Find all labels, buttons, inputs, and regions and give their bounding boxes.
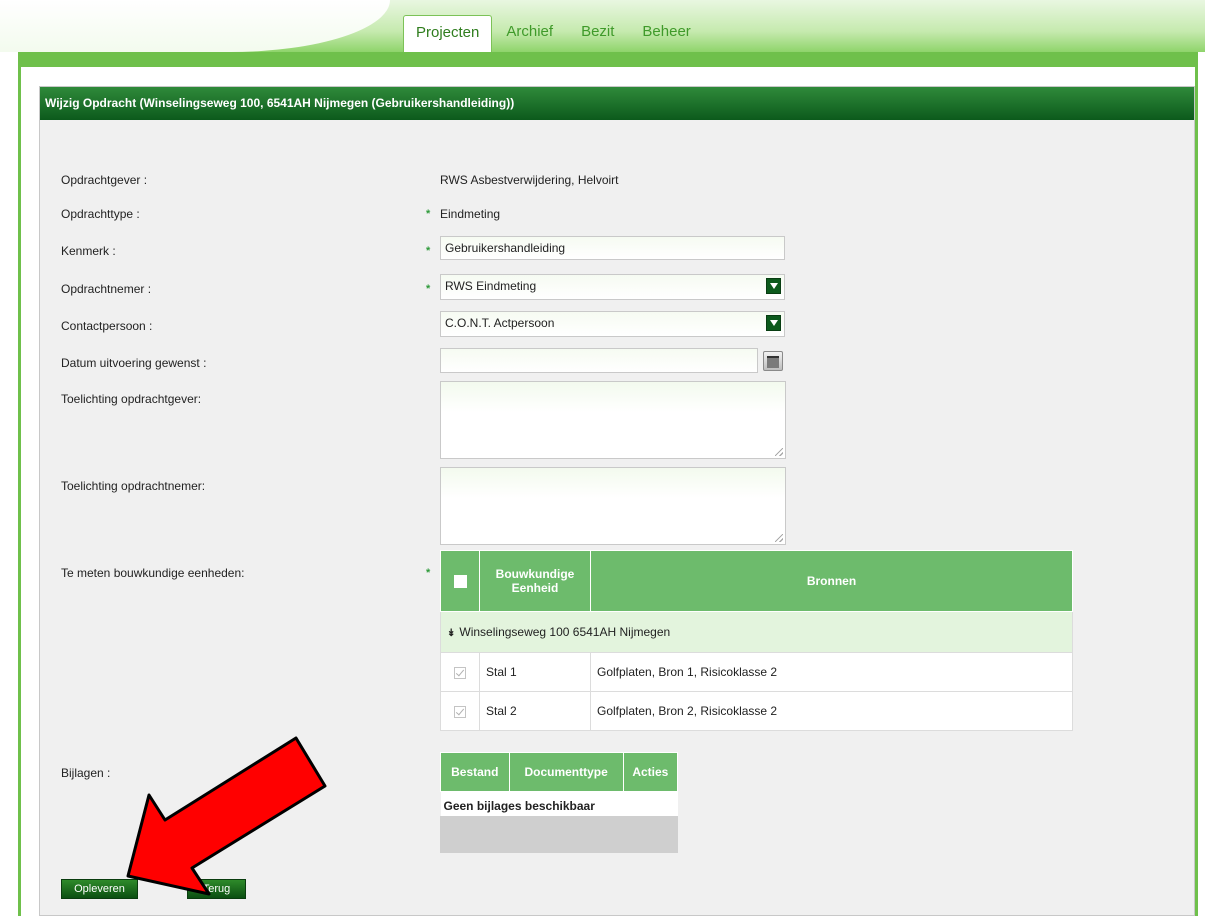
dropdown-arrow-icon[interactable]: [766, 278, 781, 294]
required-marker: *: [426, 245, 431, 257]
required-marker: *: [426, 208, 431, 220]
group-label: Winselingseweg 100 6541AH Nijmegen: [459, 625, 671, 639]
required-marker: *: [426, 567, 431, 579]
source-cell: Golfplaten, Bron 1, Risicoklasse 2: [590, 652, 1073, 692]
column-header-acties: Acties: [622, 752, 679, 792]
tab-beheer[interactable]: Beheer: [628, 15, 704, 52]
label-toelichting-opdrachtnemer: Toelichting opdrachtnemer:: [61, 479, 206, 493]
panel-title: Wijzig Opdracht (Winselingseweg 100, 654…: [40, 87, 1194, 120]
toelichting-opdrachtgever-textarea[interactable]: [440, 381, 786, 459]
value-opdrachtgever: RWS Asbestverwijdering, Helvoirt: [440, 173, 619, 187]
calendar-icon[interactable]: [763, 351, 783, 371]
table-row: Stal 2 Golfplaten, Bron 2, Risicoklasse …: [440, 691, 1073, 731]
label-datum: Datum uitvoering gewenst :: [61, 356, 207, 370]
contactpersoon-selected-value: C.O.N.T. Actpersoon: [445, 316, 555, 330]
attachments-header: Bestand Documenttype Acties: [440, 752, 679, 792]
label-contactpersoon: Contactpersoon :: [61, 319, 153, 333]
unit-cell: Stal 1: [479, 652, 591, 692]
column-header-bestand: Bestand: [440, 752, 510, 792]
opdrachtnemer-selected-value: RWS Eindmeting: [445, 279, 537, 293]
datum-input[interactable]: [440, 348, 758, 373]
row-checkbox[interactable]: [453, 705, 466, 718]
attachments-empty-area: [440, 816, 678, 853]
units-table: Bouwkundige Eenheid Bronnen ↡ Winselingse…: [440, 550, 1073, 731]
label-bouwkundige-eenheden: Te meten bouwkundige eenheden:: [61, 566, 245, 580]
label-opdrachtnemer: Opdrachtnemer :: [61, 282, 152, 296]
column-header-sources: Bronnen: [590, 550, 1073, 612]
tab-archief[interactable]: Archief: [492, 15, 567, 52]
units-table-header: Bouwkundige Eenheid Bronnen: [440, 550, 1073, 612]
resize-grip-icon[interactable]: [775, 534, 783, 542]
column-header-unit-line2: Eenheid: [511, 581, 559, 595]
column-header-documenttype: Documenttype: [508, 752, 624, 792]
label-opdrachtgever: Opdrachtgever :: [61, 173, 148, 187]
attachments-table: Bestand Documenttype Acties Geen bijlage…: [440, 752, 679, 820]
dropdown-arrow-icon[interactable]: [766, 315, 781, 331]
table-row: Stal 1 Golfplaten, Bron 1, Risicoklasse …: [440, 652, 1073, 692]
nav-decoration: [0, 0, 390, 52]
row-checkbox[interactable]: [453, 666, 466, 679]
opdrachtnemer-select[interactable]: RWS Eindmeting: [440, 274, 785, 300]
label-toelichting-opdrachtgever: Toelichting opdrachtgever:: [61, 392, 202, 406]
tab-projecten[interactable]: Projecten: [403, 15, 493, 53]
row-checkbox-cell: [440, 652, 480, 692]
select-all-checkbox[interactable]: [453, 575, 467, 589]
contactpersoon-select[interactable]: C.O.N.T. Actpersoon: [440, 311, 785, 337]
unit-cell: Stal 2: [479, 691, 591, 731]
label-opdrachttype: Opdrachttype :: [61, 207, 140, 221]
value-opdrachttype: Eindmeting: [440, 207, 501, 221]
tab-bezit[interactable]: Bezit: [567, 15, 628, 52]
back-button[interactable]: Terug: [187, 879, 246, 899]
row-checkbox-cell: [440, 691, 480, 731]
select-all-cell: [440, 550, 480, 612]
main-tabs: Projecten Archief Bezit Beheer: [403, 15, 705, 53]
column-header-unit: Bouwkundige Eenheid: [479, 550, 591, 612]
column-header-unit-line1: Bouwkundige: [495, 567, 575, 581]
required-marker: *: [426, 283, 431, 295]
label-bijlagen: Bijlagen :: [61, 766, 111, 780]
double-chevron-down-icon[interactable]: ↡: [447, 628, 455, 639]
resize-grip-icon[interactable]: [775, 448, 783, 456]
submit-button[interactable]: Opleveren: [61, 879, 138, 899]
toelichting-opdrachtnemer-textarea[interactable]: [440, 467, 786, 545]
kenmerk-input[interactable]: Gebruikershandleiding: [440, 236, 785, 260]
group-cell[interactable]: ↡ Winselingseweg 100 6541AH Nijmegen: [440, 611, 1073, 653]
label-kenmerk: Kenmerk :: [61, 244, 116, 258]
source-cell: Golfplaten, Bron 2, Risicoklasse 2: [590, 691, 1073, 731]
group-row[interactable]: ↡ Winselingseweg 100 6541AH Nijmegen: [440, 611, 1073, 653]
